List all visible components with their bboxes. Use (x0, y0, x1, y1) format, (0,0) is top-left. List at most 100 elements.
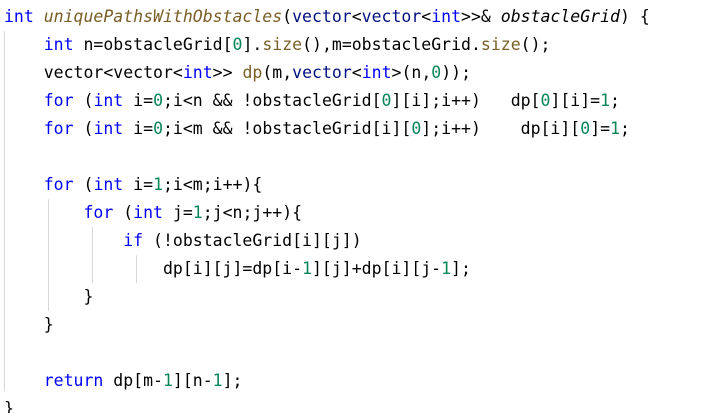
code-token: 1 (153, 175, 163, 194)
code-token: 1 (302, 259, 312, 278)
code-line: dp[i][j]=dp[i-1][j]+dp[i][j-1]; (4, 255, 471, 283)
code-line: int n=obstacleGrid[0].size(),m=obstacleG… (4, 31, 551, 59)
code-token: size (480, 35, 521, 54)
code-token: < (351, 7, 362, 26)
code-token: ; (620, 119, 630, 138)
code-line: for (int i=0;i<m && !obstacleGrid[i][0];… (4, 115, 630, 143)
code-token: ;j<n;j++){ (202, 203, 303, 222)
code-token: i= (123, 175, 154, 194)
code-token: ( (73, 175, 94, 194)
code-line: return dp[m-1][n-1]; (4, 367, 243, 395)
code-token: ]= (590, 119, 611, 138)
code-editor[interactable]: int uniquePathsWithObstacles(vector<vect… (0, 0, 728, 413)
code-token: 1 (600, 91, 611, 110)
code-token: (),m=obstacleGrid. (302, 35, 481, 54)
code-token: j= (162, 203, 193, 222)
code-line: for (int i=0;i<n && !obstacleGrid[0][i];… (4, 87, 620, 115)
code-token: 0 (411, 119, 422, 138)
code-token: 0 (580, 119, 591, 138)
code-token: 1 (192, 203, 203, 222)
code-token: int (133, 203, 163, 222)
code-token: } (4, 399, 14, 413)
code-token: n=obstacleGrid[ (73, 35, 233, 54)
code-token: ( (73, 91, 94, 110)
code-line: } (4, 311, 54, 339)
code-line: int uniquePathsWithObstacles(vector<vect… (4, 3, 650, 31)
code-token: 0 (232, 35, 243, 54)
code-token: int (43, 35, 74, 54)
code-token: size (262, 35, 303, 54)
code-token: int (431, 7, 462, 26)
code-token: 1 (441, 259, 452, 278)
code-token: int (361, 63, 392, 82)
code-token: } (83, 287, 94, 306)
code-token: ]. (242, 35, 263, 54)
code-token: ;i<m && !obstacleGrid[i][ (163, 119, 412, 138)
code-token: 0 (381, 91, 392, 110)
code-token: for (83, 203, 114, 222)
code-token: ][j]+dp[i][j- (311, 259, 442, 278)
code-token: 0 (153, 119, 163, 138)
code-token: return (43, 371, 104, 390)
code-token: 0 (153, 91, 163, 110)
code-line: for (int j=1;j<n;j++){ (4, 199, 302, 227)
code-token: ( (282, 7, 293, 26)
code-token: i= (123, 119, 154, 138)
code-token: 0 (431, 63, 442, 82)
code-token: int (182, 63, 213, 82)
code-token: 1 (212, 371, 223, 390)
code-token: dp (242, 63, 263, 82)
code-line: } (4, 395, 14, 413)
code-line: vector<vector<int>> dp(m,vector<int>(n,0… (4, 59, 471, 87)
code-token: i= (123, 91, 154, 110)
code-token: for (43, 119, 74, 138)
code-token: ( (113, 203, 134, 222)
code-token: } (43, 315, 54, 334)
code-token: obstacleGrid (500, 7, 620, 26)
code-token: ;i<n && !obstacleGrid[ (163, 91, 382, 110)
code-token: ][n- (172, 371, 213, 390)
code-token: ];i++) dp[i][ (421, 119, 581, 138)
code-token: (); (520, 35, 551, 54)
code-token: dp[m- (103, 371, 163, 390)
code-token: (m, (262, 63, 293, 82)
code-token: int (93, 91, 124, 110)
code-token: < (172, 63, 183, 82)
code-token: 1 (610, 119, 620, 138)
code-token: )); (441, 63, 472, 82)
code-token: ][i]= (550, 91, 601, 110)
code-token: if (123, 231, 144, 250)
code-token: ( (73, 119, 94, 138)
code-token: ) { (619, 7, 650, 26)
code-token: 1 (162, 371, 173, 390)
code-token: int (93, 175, 124, 194)
code-token: vector (292, 63, 352, 82)
code-token: < (351, 63, 362, 82)
code-token: uniquePathsWithObstacles (43, 7, 283, 26)
code-token: ; (610, 91, 620, 110)
code-token: >>& (461, 7, 501, 26)
code-token: (!obstacleGrid[i][j]) (143, 231, 362, 250)
code-token: int (4, 7, 34, 26)
code-token: < (103, 63, 114, 82)
code-token: vector (292, 7, 352, 26)
code-token: ][i];i++) dp[ (391, 91, 541, 110)
code-token: >> (212, 63, 243, 82)
code-token: for (43, 91, 74, 110)
code-token: dp[i][j]=dp[i- (162, 259, 303, 278)
code-token: ]; (222, 371, 243, 390)
code-token: ;i<m;i++){ (163, 175, 263, 194)
code-token: for (43, 175, 74, 194)
code-token: < (421, 7, 432, 26)
